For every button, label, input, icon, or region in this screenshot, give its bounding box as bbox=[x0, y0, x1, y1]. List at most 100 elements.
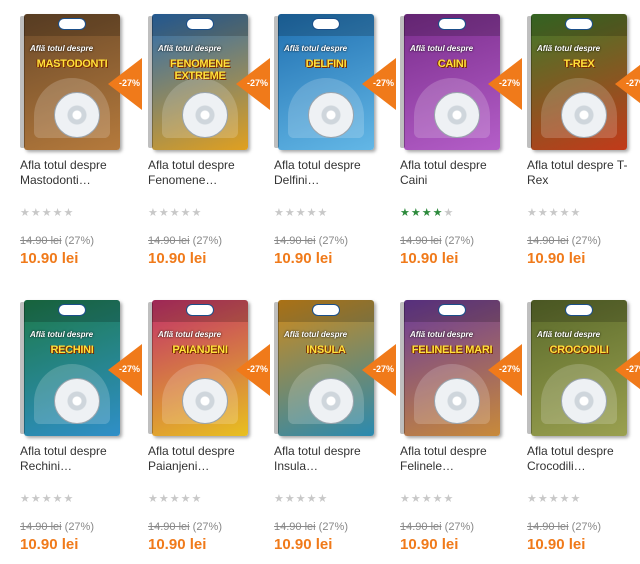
discount-label: -27% bbox=[118, 364, 140, 374]
dvd-case-spine bbox=[148, 16, 153, 148]
discount-percent: (27%) bbox=[318, 235, 348, 247]
old-price: 14.90 lei bbox=[400, 235, 442, 247]
star-icon: ★ bbox=[63, 207, 75, 219]
dvd-case-spine bbox=[400, 302, 405, 434]
product-name-line1: Afla totul despre bbox=[527, 444, 614, 458]
star-icon: ★ bbox=[527, 493, 538, 505]
product-name-line2: Delfini… bbox=[274, 173, 320, 187]
product-cover-image[interactable]: Află totul despre FELINELE MARI bbox=[404, 300, 500, 436]
product-cover-image[interactable]: Află totul despre DELFINI bbox=[278, 14, 374, 150]
star-icon: ★ bbox=[30, 207, 42, 219]
publisher-logo-icon bbox=[312, 304, 340, 316]
product-name-link[interactable]: Afla totul despre Crocodili… bbox=[527, 444, 640, 474]
product-card[interactable]: Află totul despre INSULA -27% Afla totul de… bbox=[274, 292, 396, 562]
dvd-disc-icon bbox=[308, 92, 354, 138]
discount-percent: (27%) bbox=[444, 521, 474, 533]
cover-series-text: Află totul despre bbox=[30, 330, 94, 339]
product-card[interactable]: Află totul despre FELINELE MARI -27% Afla t… bbox=[400, 292, 522, 562]
star-icon: ★ bbox=[284, 493, 296, 505]
publisher-logo-icon bbox=[186, 18, 214, 30]
product-card[interactable]: Află totul despre DELFINI -27% Afla totul d… bbox=[274, 6, 396, 276]
dvd-disc-icon bbox=[308, 378, 354, 424]
product-card[interactable]: Află totul despre FENOMENE EXTREME -27% Afl… bbox=[148, 6, 270, 276]
cover-title-text: DELFINI bbox=[305, 58, 347, 70]
publisher-logo-icon bbox=[438, 18, 466, 30]
product-name-link[interactable]: Afla totul despre T- Rex bbox=[527, 158, 640, 188]
product-name-line2: Fenomene… bbox=[148, 173, 218, 187]
star-icon: ★ bbox=[421, 493, 433, 505]
star-icon: ★ bbox=[400, 493, 411, 505]
dvd-disc-icon bbox=[434, 92, 480, 138]
star-icon: ★ bbox=[570, 207, 582, 219]
product-cover-image[interactable]: Află totul despre RECHINI bbox=[24, 300, 120, 436]
star-icon: ★ bbox=[295, 493, 307, 505]
product-name-line1: Afla totul despre bbox=[274, 158, 361, 172]
product-name-line1: Afla totul despre bbox=[148, 158, 235, 172]
product-cover-image[interactable]: Află totul despre PAIANJENI bbox=[152, 300, 248, 436]
product-card[interactable]: Află totul despre T-REX -27% Afla totul des… bbox=[527, 6, 640, 276]
product-cover-image[interactable]: Află totul despre CROCODILI bbox=[531, 300, 627, 436]
star-icon: ★ bbox=[158, 207, 170, 219]
discount-label: -27% bbox=[246, 364, 268, 374]
product-name-link[interactable]: Afla totul despre Delfini… bbox=[274, 158, 394, 188]
product-name-link[interactable]: Afla totul despre Insula… bbox=[274, 444, 394, 474]
product-name-line2: Felinele… bbox=[400, 459, 455, 473]
product-name-link[interactable]: Afla totul despre Paianjeni… bbox=[148, 444, 268, 474]
cover-title-text: RECHINI bbox=[50, 344, 94, 356]
product-name-line1: Afla totul despre bbox=[274, 444, 361, 458]
rating-stars: ★★★★★ bbox=[20, 493, 74, 505]
star-icon: ★ bbox=[158, 493, 170, 505]
dvd-case-spine bbox=[274, 302, 279, 434]
current-price: 10.90 lei bbox=[400, 536, 459, 553]
star-icon: ★ bbox=[20, 493, 31, 505]
dvd-case-spine bbox=[274, 16, 279, 148]
current-price: 10.90 lei bbox=[400, 250, 459, 267]
product-name-link[interactable]: Afla totul despre Mastodonti… bbox=[20, 158, 140, 188]
product-card[interactable]: Află totul despre PAIANJENI -27% Afla totul… bbox=[148, 292, 270, 562]
star-icon: ★ bbox=[169, 493, 181, 505]
dvd-case-spine bbox=[400, 16, 405, 148]
dvd-disc-icon bbox=[182, 378, 228, 424]
product-cover-image[interactable]: Află totul despre FENOMENE EXTREME bbox=[152, 14, 248, 150]
product-card[interactable]: Află totul despre CROCODILI -27% Afla totul… bbox=[527, 292, 640, 562]
star-icon: ★ bbox=[570, 493, 582, 505]
star-icon: ★ bbox=[559, 493, 571, 505]
product-name-line2: Caini bbox=[400, 173, 428, 187]
publisher-logo-icon bbox=[58, 304, 86, 316]
dvd-case-spine bbox=[148, 302, 153, 434]
cover-series-text: Află totul despre bbox=[537, 44, 601, 53]
product-grid: Află totul despre MASTODONTI -27% Afla totu… bbox=[0, 0, 640, 564]
product-cover-image[interactable]: Află totul despre MASTODONTI bbox=[24, 14, 120, 150]
product-cover-image[interactable]: Află totul despre CAINI bbox=[404, 14, 500, 150]
cover-title-text: CAINI bbox=[437, 58, 467, 70]
product-card[interactable]: Află totul despre CAINI -27% Afla totul des… bbox=[400, 6, 522, 276]
star-icon: ★ bbox=[432, 207, 444, 219]
product-card[interactable]: Află totul despre RECHINI -27% Afla totul d… bbox=[20, 292, 142, 562]
star-icon: ★ bbox=[548, 207, 560, 219]
cover-series-text: Află totul despre bbox=[537, 330, 601, 339]
star-icon: ★ bbox=[537, 493, 549, 505]
star-icon: ★ bbox=[63, 493, 75, 505]
star-icon: ★ bbox=[410, 493, 422, 505]
product-cover-image[interactable]: Află totul despre INSULA bbox=[278, 300, 374, 436]
dvd-case-spine bbox=[527, 302, 532, 434]
old-price: 14.90 lei bbox=[20, 521, 62, 533]
current-price: 10.90 lei bbox=[148, 250, 207, 267]
dvd-disc-icon bbox=[54, 378, 100, 424]
current-price: 10.90 lei bbox=[527, 250, 586, 267]
cover-series-text: Află totul despre bbox=[158, 330, 222, 339]
cover-series-text: Află totul despre bbox=[410, 330, 474, 339]
product-name-link[interactable]: Afla totul despre Felinele… bbox=[400, 444, 520, 474]
rating-stars: ★★★★★ bbox=[527, 207, 581, 219]
rating-stars: ★★★★★ bbox=[274, 493, 328, 505]
star-icon: ★ bbox=[169, 207, 181, 219]
cover-title-text: FELINELE MARI bbox=[411, 344, 493, 356]
product-cover-image[interactable]: Află totul despre T-REX bbox=[531, 14, 627, 150]
product-name-link[interactable]: Afla totul despre Fenomene… bbox=[148, 158, 268, 188]
product-card[interactable]: Află totul despre MASTODONTI -27% Afla totu… bbox=[20, 6, 142, 276]
product-name-link[interactable]: Afla totul despre Caini bbox=[400, 158, 520, 188]
star-icon: ★ bbox=[306, 493, 318, 505]
product-name-link[interactable]: Afla totul despre Rechini… bbox=[20, 444, 140, 474]
dvd-disc-icon bbox=[54, 92, 100, 138]
star-icon: ★ bbox=[537, 207, 549, 219]
